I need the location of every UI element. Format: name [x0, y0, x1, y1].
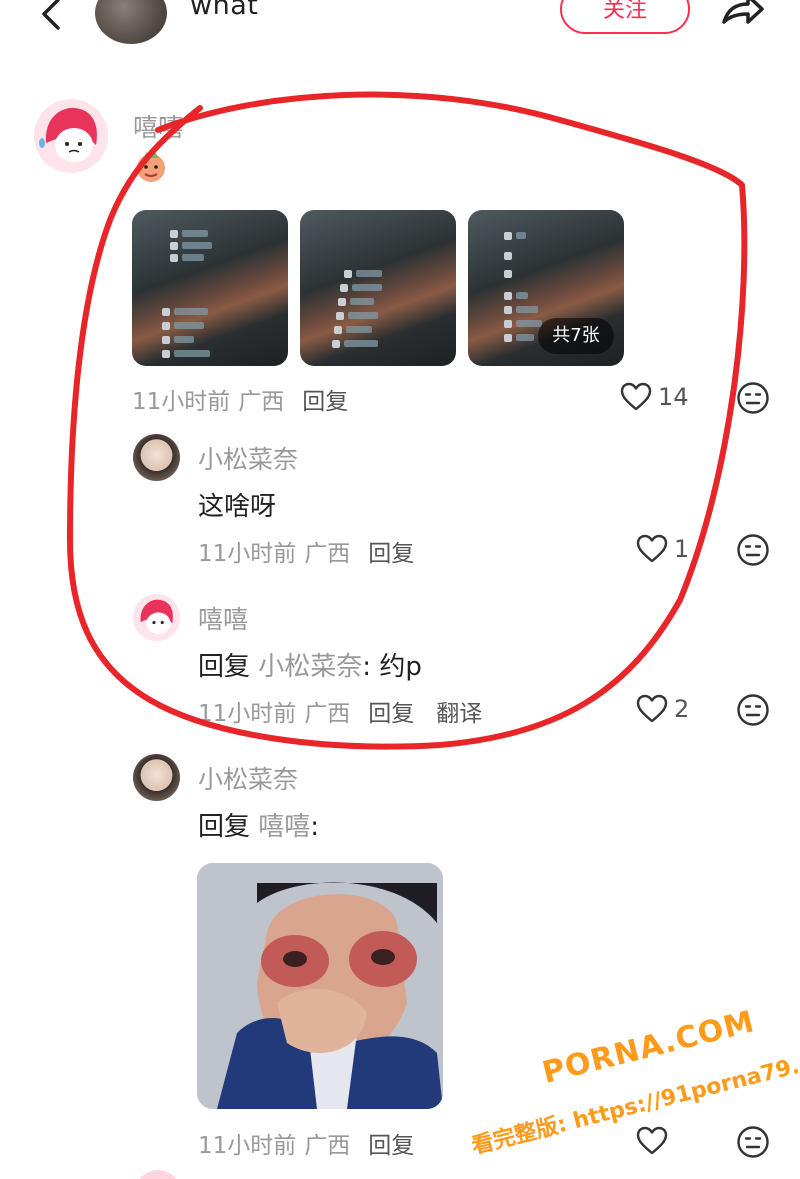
heart-icon: [636, 694, 668, 723]
heart-icon: [636, 534, 668, 563]
image-count-badge: 共7张: [538, 318, 614, 354]
emoji-icon[interactable]: [736, 381, 770, 415]
avatar[interactable]: [34, 99, 108, 173]
avatar[interactable]: [135, 1170, 181, 1179]
reply-button[interactable]: 回复: [302, 389, 348, 415]
back-icon[interactable]: [36, 0, 66, 34]
sticker-icon: [133, 148, 169, 184]
reply-button[interactable]: 回复: [368, 1133, 414, 1159]
comment-image-2[interactable]: [300, 210, 456, 366]
like-button[interactable]: 2: [636, 694, 689, 724]
like-button[interactable]: [636, 1126, 668, 1156]
reply-time: 11小时前: [198, 1133, 297, 1159]
reply-time: 11小时前: [198, 541, 297, 567]
emoji-icon[interactable]: [736, 533, 770, 567]
comment-image-1[interactable]: [132, 210, 288, 366]
reply-target[interactable]: 嘻嘻: [258, 812, 310, 842]
like-button[interactable]: 1: [636, 534, 689, 564]
like-count: 14: [658, 383, 689, 411]
reply-region: 广西: [304, 701, 351, 727]
comment-image-3[interactable]: 共7张: [468, 210, 624, 366]
reply-button[interactable]: 回复: [368, 541, 414, 567]
reply-region: 广西: [304, 541, 351, 567]
follow-button[interactable]: 关注: [560, 0, 690, 34]
emoji-icon[interactable]: [736, 693, 770, 727]
reply-meta: 11小时前 广西 回复: [198, 1126, 414, 1160]
reply-text: :: [310, 812, 320, 842]
emoji-icon[interactable]: [736, 1125, 770, 1159]
reply-time: 11小时前: [198, 701, 297, 727]
reply-author[interactable]: 小松菜奈: [198, 760, 298, 796]
reply-meta: 11小时前 广西 回复: [198, 534, 414, 568]
like-count: 1: [674, 535, 690, 563]
avatar[interactable]: [133, 594, 180, 641]
reply-region: 广西: [304, 1133, 351, 1159]
reply-button[interactable]: 回复: [368, 701, 414, 727]
like-button[interactable]: 14: [620, 382, 689, 412]
reply-author[interactable]: 嘻嘻: [198, 600, 248, 636]
reply-text-line: 回复 嘻嘻:: [198, 806, 319, 843]
comment-meta: 11小时前 广西 回复: [132, 382, 348, 416]
reply-text-line: 回复 小松菜奈: 约p: [198, 646, 422, 683]
reply-target[interactable]: 小松菜奈: [258, 652, 362, 682]
reply-author[interactable]: 小松菜奈: [198, 440, 298, 476]
comment-region: 广西: [238, 389, 285, 415]
share-icon[interactable]: [718, 0, 766, 32]
comment-time: 11小时前: [132, 389, 231, 415]
translate-button[interactable]: 翻译: [436, 701, 482, 727]
reply-prefix: 回复: [198, 652, 251, 682]
reply-image[interactable]: [197, 863, 443, 1109]
heart-icon: [620, 382, 652, 411]
avatar[interactable]: [133, 434, 180, 481]
heart-icon: [636, 1126, 668, 1155]
reply-prefix: 回复: [198, 812, 251, 842]
comment-author[interactable]: 嘻嘻: [133, 108, 183, 144]
reply-meta: 11小时前 广西 回复 翻译: [198, 694, 482, 728]
reply-text: 这啥呀: [198, 492, 277, 522]
avatar[interactable]: [133, 754, 180, 801]
header-avatar[interactable]: [95, 0, 167, 44]
like-count: 2: [674, 695, 690, 723]
reply-text: : 约p: [362, 652, 422, 682]
header-title: what: [190, 0, 259, 21]
